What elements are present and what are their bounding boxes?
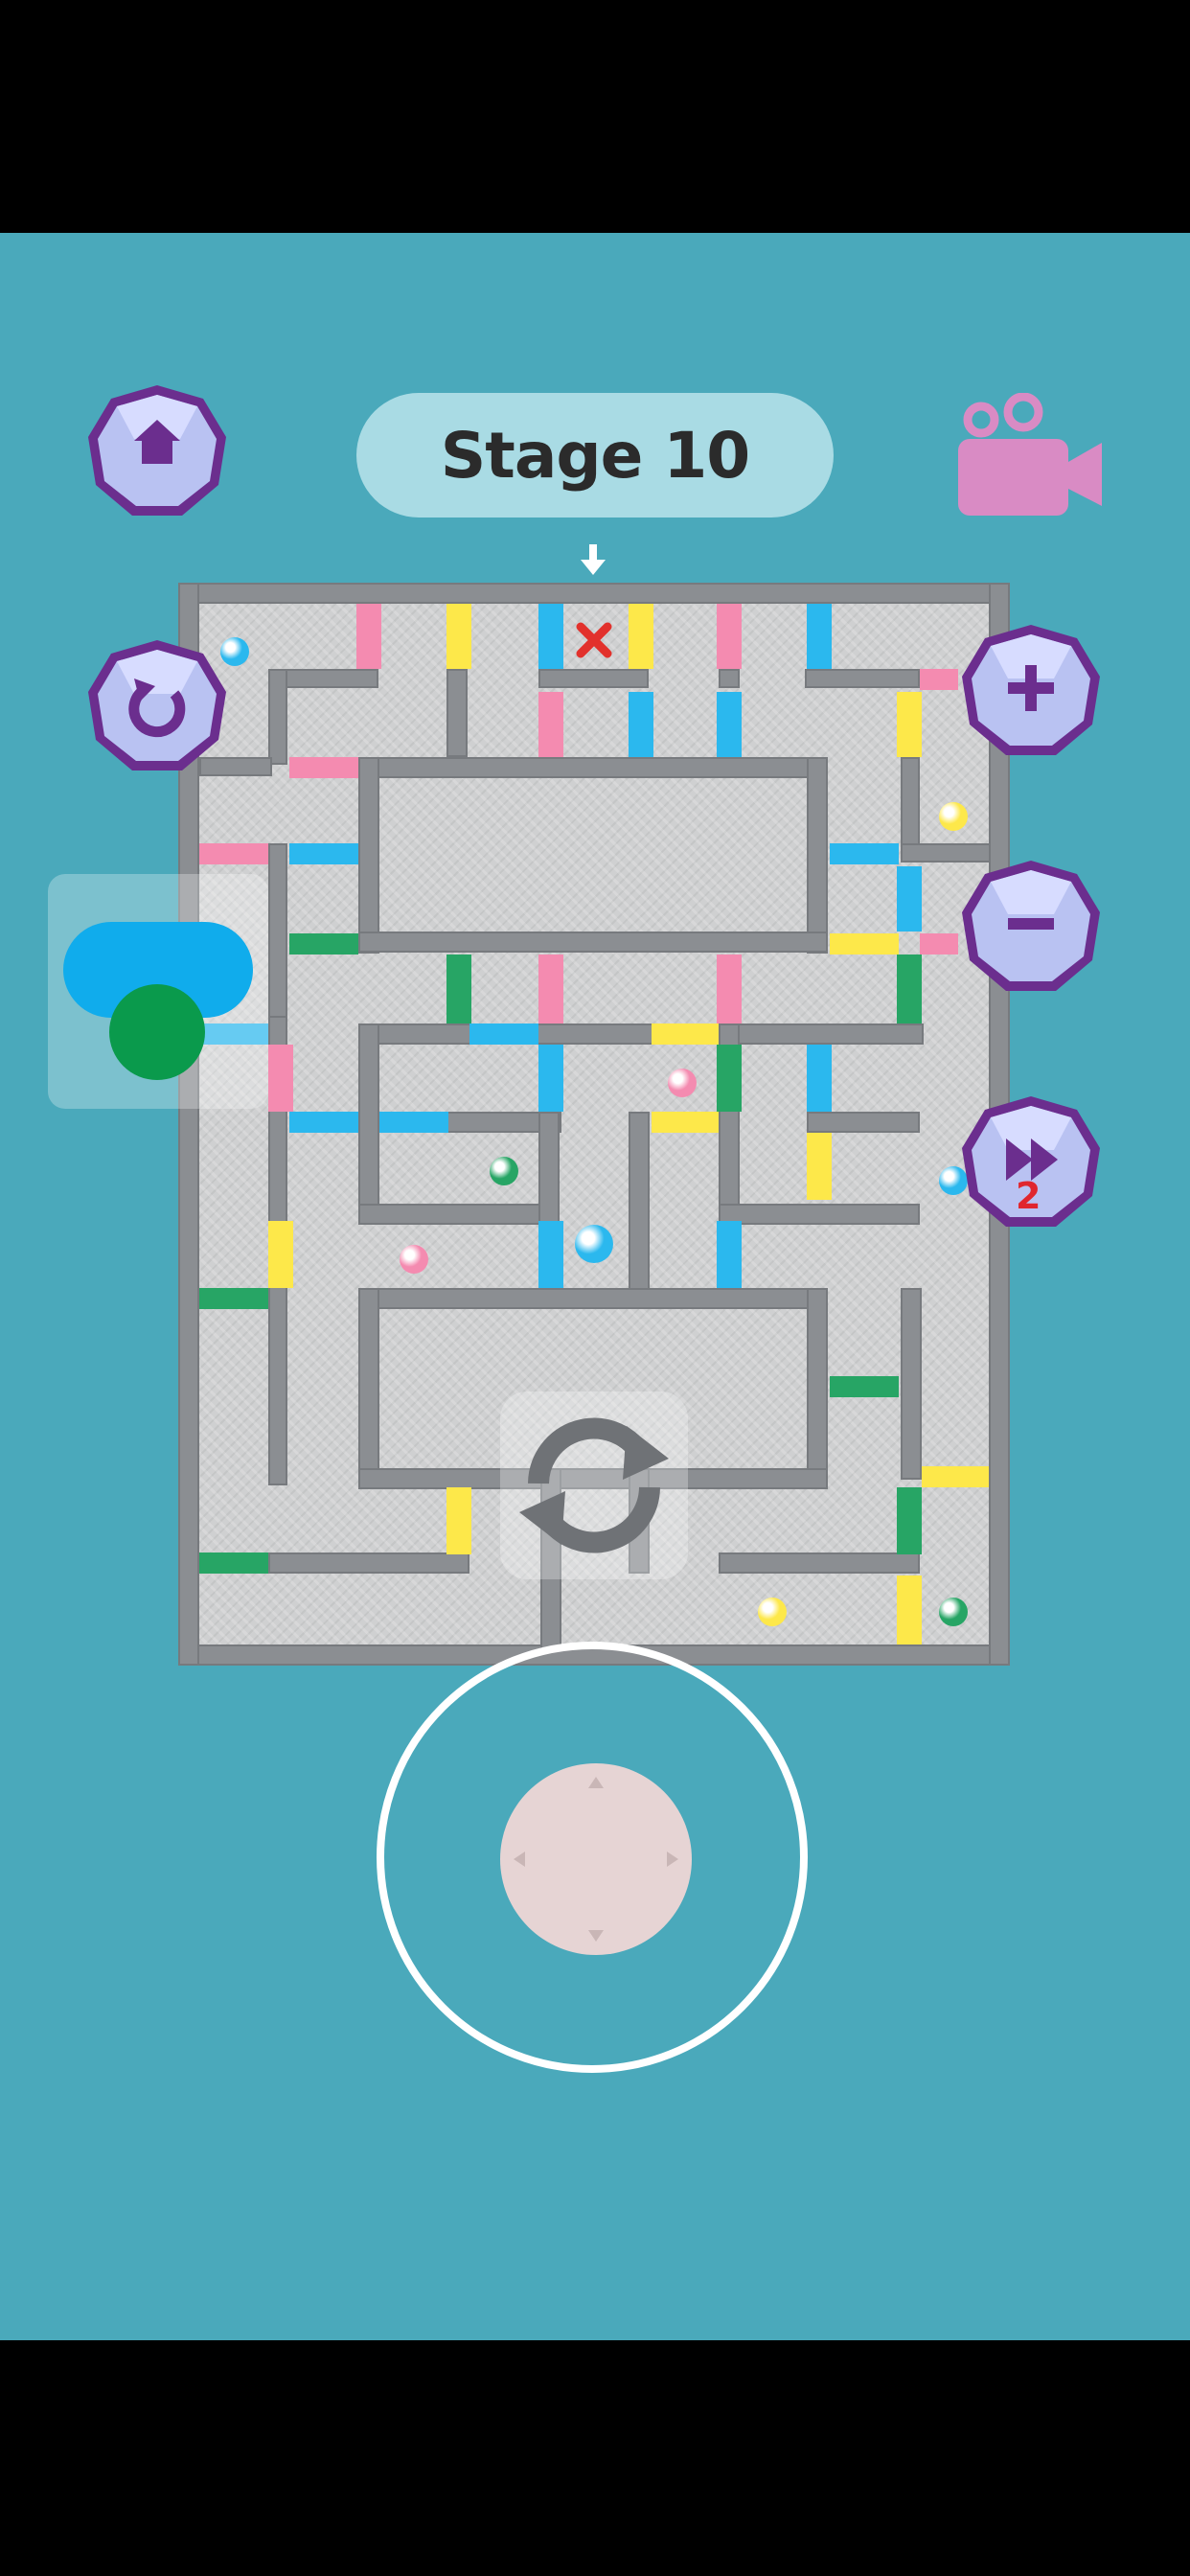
pink-color-gate (199, 843, 268, 864)
home-icon (88, 385, 226, 516)
maze-wall (446, 669, 468, 757)
video-camera-icon[interactable] (958, 392, 1107, 518)
yellow-ball (939, 802, 968, 831)
pink-ball (400, 1245, 428, 1274)
zoom-out-button[interactable] (958, 857, 1104, 999)
maze-wall (358, 1024, 924, 1045)
yellow-color-gate (446, 1487, 471, 1554)
blue-color-gate (538, 1045, 563, 1112)
maze-wall (358, 932, 828, 953)
maze-wall (807, 1112, 920, 1133)
blue-color-gate (897, 866, 922, 932)
maze-wall (719, 669, 740, 688)
green-color-swatch (109, 984, 205, 1080)
fast-forward-count-badge: 2 (1016, 1175, 1041, 1217)
pink-ball (668, 1069, 697, 1097)
blue-color-gate (807, 1045, 832, 1112)
pink-color-gate (356, 604, 381, 669)
maze-wall (178, 583, 1010, 604)
maze-wall (268, 1552, 469, 1574)
yellow-color-gate (897, 1576, 922, 1644)
maze-wall (805, 669, 920, 688)
blue-color-gate (629, 692, 653, 757)
up-arrow-icon (588, 1777, 604, 1788)
green-color-gate (446, 954, 471, 1024)
right-arrow-icon (667, 1852, 678, 1867)
stage-title-pill: Stage 10 (356, 393, 834, 518)
blue-color-gate (289, 843, 358, 864)
rotate-icon (519, 1417, 669, 1553)
green-color-gate (897, 954, 922, 1024)
blue-color-gate (717, 1221, 742, 1288)
maze-wall (719, 1204, 920, 1225)
down-arrow-icon (588, 1930, 604, 1942)
yellow-color-gate (830, 933, 899, 954)
pink-color-gate (717, 954, 742, 1024)
green-color-gate (199, 1288, 268, 1309)
maze-wall (268, 669, 287, 765)
green-color-gate (289, 933, 358, 954)
maze-wall (358, 757, 828, 778)
blue-color-gate (538, 604, 563, 669)
yellow-color-gate (629, 604, 653, 669)
blue-color-gate (538, 1221, 563, 1288)
blue-color-gate (830, 843, 899, 864)
pink-color-gate (717, 604, 742, 669)
pink-color-gate (268, 1045, 293, 1112)
blue-ball (575, 1225, 613, 1263)
maze-wall (719, 1552, 920, 1574)
maze-wall (807, 757, 828, 954)
blue-color-gate (289, 1112, 358, 1133)
maze-wall (807, 1288, 828, 1480)
maze-wall (358, 1204, 550, 1225)
yellow-color-gate (922, 1466, 989, 1487)
plus-icon (962, 625, 1100, 755)
goal-x-icon (575, 621, 613, 663)
green-ball (939, 1598, 968, 1626)
stage-title: Stage 10 (440, 418, 750, 493)
joystick-knob[interactable] (500, 1763, 692, 1955)
restart-icon (88, 640, 226, 770)
maze-wall (358, 1024, 379, 1225)
green-ball (490, 1157, 518, 1185)
pink-color-gate (538, 954, 563, 1024)
green-color-gate (897, 1487, 922, 1554)
down-arrow-icon (579, 542, 607, 577)
maze-wall (358, 1288, 828, 1309)
maze-wall (358, 1288, 379, 1480)
restart-button[interactable] (84, 636, 230, 778)
zoom-in-button[interactable] (958, 621, 1104, 763)
yellow-color-gate (446, 604, 471, 669)
fast-forward-button[interactable]: 2 (958, 1092, 1104, 1234)
maze-wall (358, 757, 379, 954)
blue-color-gate (469, 1024, 538, 1045)
minus-icon (962, 861, 1100, 991)
maze-wall (629, 1112, 650, 1294)
pink-color-gate (289, 757, 358, 778)
pink-color-gate (920, 669, 958, 690)
rotate-button[interactable] (500, 1392, 688, 1579)
maze-wall (901, 1288, 922, 1480)
yellow-color-gate (897, 692, 922, 757)
blue-color-gate (717, 692, 742, 757)
yellow-color-gate (652, 1024, 719, 1045)
pink-color-gate (920, 933, 958, 954)
pink-color-gate (538, 692, 563, 757)
green-color-gate (199, 1552, 268, 1574)
blue-color-gate (379, 1112, 448, 1133)
yellow-color-gate (268, 1221, 293, 1288)
yellow-ball (758, 1598, 787, 1626)
yellow-color-gate (652, 1112, 719, 1133)
yellow-color-gate (807, 1133, 832, 1200)
home-button[interactable] (84, 381, 230, 523)
green-color-gate (830, 1376, 899, 1397)
left-arrow-icon (514, 1852, 525, 1867)
maze-wall (538, 669, 649, 688)
color-indicator-panel (48, 874, 268, 1109)
blue-color-gate (807, 604, 832, 669)
green-color-gate (717, 1045, 742, 1112)
